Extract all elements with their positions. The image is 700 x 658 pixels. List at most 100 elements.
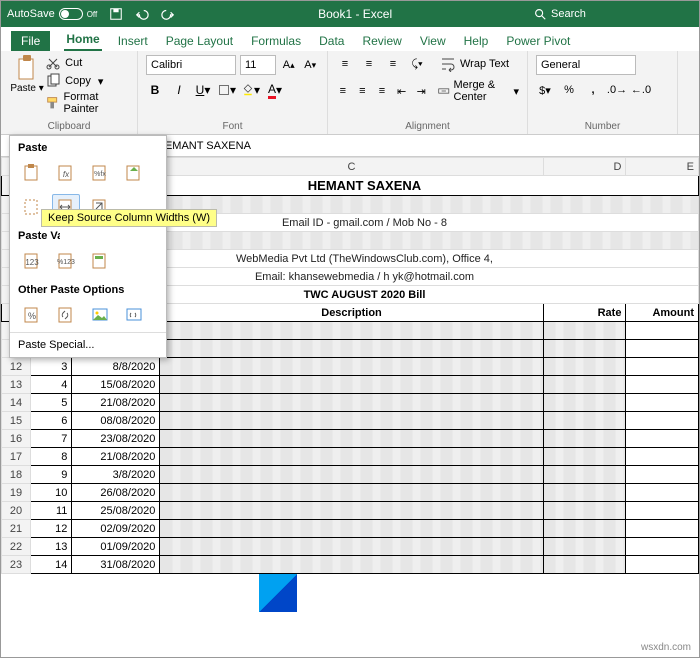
search-box[interactable]: Search bbox=[533, 7, 693, 21]
tab-power-pivot[interactable]: Power Pivot bbox=[504, 31, 572, 51]
cell-date[interactable]: 15/08/2020 bbox=[72, 376, 160, 394]
cell-date[interactable]: 8/8/2020 bbox=[72, 358, 160, 376]
cell-date[interactable]: 21/08/2020 bbox=[72, 448, 160, 466]
cell-slno[interactable]: 8 bbox=[30, 448, 71, 466]
cell-amount[interactable] bbox=[626, 538, 699, 556]
cell-date[interactable]: 23/08/2020 bbox=[72, 430, 160, 448]
cell-description[interactable] bbox=[160, 358, 543, 376]
cell-slno[interactable]: 13 bbox=[30, 538, 71, 556]
cell-rate[interactable] bbox=[543, 376, 626, 394]
bold-button[interactable]: B bbox=[146, 81, 164, 99]
align-center-icon[interactable]: ≡ bbox=[356, 82, 370, 100]
increase-decimal-icon[interactable]: .0→ bbox=[608, 81, 626, 99]
tab-insert[interactable]: Insert bbox=[116, 31, 150, 51]
font-color-button[interactable]: A▾ bbox=[266, 81, 284, 99]
wrap-text-button[interactable]: Wrap Text bbox=[440, 56, 509, 72]
cell-date[interactable]: 21/08/2020 bbox=[72, 394, 160, 412]
cell-amount[interactable] bbox=[626, 520, 699, 538]
cell-description[interactable] bbox=[160, 556, 543, 574]
decrease-indent-icon[interactable]: ⇤ bbox=[395, 82, 409, 100]
cell-rate[interactable] bbox=[543, 412, 626, 430]
orientation-icon[interactable]: ⤹▾ bbox=[408, 55, 426, 73]
paste-formatting-icon[interactable]: % bbox=[18, 302, 46, 328]
row-header[interactable]: 19 bbox=[2, 484, 31, 502]
cell-description[interactable] bbox=[160, 394, 543, 412]
cut-button[interactable]: Cut bbox=[45, 55, 129, 71]
cell-slno[interactable]: 6 bbox=[30, 412, 71, 430]
cell-slno[interactable]: 10 bbox=[30, 484, 71, 502]
tab-formulas[interactable]: Formulas bbox=[249, 31, 303, 51]
cell-amount[interactable] bbox=[626, 466, 699, 484]
percent-icon[interactable]: % bbox=[560, 81, 578, 99]
tab-page-layout[interactable]: Page Layout bbox=[164, 31, 235, 51]
row-header[interactable]: 20 bbox=[2, 502, 31, 520]
cell-amount[interactable] bbox=[626, 394, 699, 412]
align-middle-icon[interactable]: ≡ bbox=[360, 55, 378, 73]
cell-slno[interactable]: 11 bbox=[30, 502, 71, 520]
cell-rate[interactable] bbox=[543, 340, 626, 358]
paste-formulas-icon[interactable]: fx bbox=[52, 160, 80, 186]
font-size-combo[interactable] bbox=[240, 55, 276, 75]
redo-icon[interactable] bbox=[159, 5, 177, 23]
cell-description[interactable] bbox=[160, 340, 543, 358]
paste-special-item[interactable]: Paste Special... bbox=[10, 332, 166, 357]
cell-amount[interactable] bbox=[626, 412, 699, 430]
row-header[interactable]: 23 bbox=[2, 556, 31, 574]
cell-date[interactable]: 3/8/2020 bbox=[72, 466, 160, 484]
shrink-font-icon[interactable]: A▾ bbox=[302, 56, 320, 74]
cell-date[interactable]: 25/08/2020 bbox=[72, 502, 160, 520]
cell-description[interactable] bbox=[160, 466, 543, 484]
cell-description[interactable] bbox=[160, 376, 543, 394]
formula-value[interactable]: HEMANT SAXENA bbox=[151, 140, 699, 152]
save-icon[interactable] bbox=[107, 5, 125, 23]
cell-description[interactable] bbox=[160, 520, 543, 538]
align-bottom-icon[interactable]: ≡ bbox=[384, 55, 402, 73]
cell-description[interactable] bbox=[160, 322, 543, 340]
paste-values-icon[interactable]: 123 bbox=[18, 248, 46, 274]
col-header[interactable]: C bbox=[160, 158, 543, 176]
align-left-icon[interactable]: ≡ bbox=[336, 82, 350, 100]
cell-rate[interactable] bbox=[543, 520, 626, 538]
cell-amount[interactable] bbox=[626, 322, 699, 340]
grow-font-icon[interactable]: A▴ bbox=[280, 56, 298, 74]
fill-color-button[interactable]: ▾ bbox=[242, 81, 260, 99]
cell-rate[interactable] bbox=[543, 538, 626, 556]
cell-amount[interactable] bbox=[626, 340, 699, 358]
cell-date[interactable]: 31/08/2020 bbox=[72, 556, 160, 574]
undo-icon[interactable] bbox=[133, 5, 151, 23]
tab-review[interactable]: Review bbox=[360, 31, 403, 51]
cell-amount[interactable] bbox=[626, 358, 699, 376]
cell-description[interactable] bbox=[160, 484, 543, 502]
cell-slno[interactable]: 4 bbox=[30, 376, 71, 394]
cell-slno[interactable]: 3 bbox=[30, 358, 71, 376]
cell-rate[interactable] bbox=[543, 430, 626, 448]
font-name-combo[interactable] bbox=[146, 55, 236, 75]
paste-all-icon[interactable] bbox=[18, 160, 46, 186]
cell-rate[interactable] bbox=[543, 322, 626, 340]
cell-slno[interactable]: 14 bbox=[30, 556, 71, 574]
header-description[interactable]: Description bbox=[160, 304, 543, 322]
row-header[interactable]: 15 bbox=[2, 412, 31, 430]
cell-amount[interactable] bbox=[626, 448, 699, 466]
paste-formulas-numfmt-icon[interactable]: %fx bbox=[86, 160, 114, 186]
paste-keep-source-fmt-icon[interactable] bbox=[120, 160, 148, 186]
cell-date[interactable]: 26/08/2020 bbox=[72, 484, 160, 502]
tab-view[interactable]: View bbox=[418, 31, 448, 51]
tab-data[interactable]: Data bbox=[317, 31, 346, 51]
cell-rate[interactable] bbox=[543, 448, 626, 466]
paste-values-srcfmt-icon[interactable] bbox=[86, 248, 114, 274]
cell-description[interactable] bbox=[160, 412, 543, 430]
cell-rate[interactable] bbox=[543, 502, 626, 520]
cell-description[interactable] bbox=[160, 448, 543, 466]
cell-amount[interactable] bbox=[626, 556, 699, 574]
merge-center-button[interactable]: Merge & Center▾ bbox=[438, 79, 519, 103]
cell-rate[interactable] bbox=[543, 484, 626, 502]
align-right-icon[interactable]: ≡ bbox=[375, 82, 389, 100]
row-header[interactable]: 17 bbox=[2, 448, 31, 466]
format-painter-button[interactable]: Format Painter bbox=[45, 91, 129, 115]
cell-description[interactable] bbox=[160, 538, 543, 556]
paste-picture-icon[interactable] bbox=[86, 302, 114, 328]
number-format-combo[interactable] bbox=[536, 55, 636, 75]
header-rate[interactable]: Rate bbox=[543, 304, 626, 322]
chevron-down-icon[interactable]: ▾ bbox=[39, 83, 44, 94]
